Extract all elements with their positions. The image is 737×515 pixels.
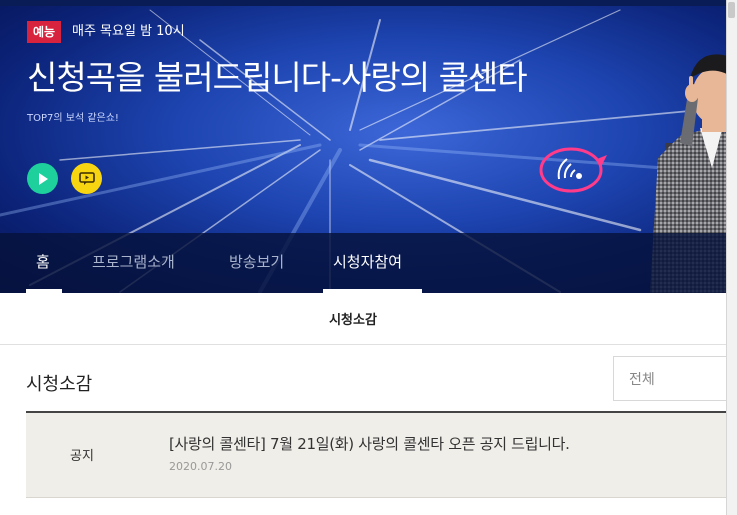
talk-button[interactable] (71, 163, 102, 194)
page-frame: 예능 매주 목요일 밤 10시 신청곡을 불러드립니다-사랑의 콜센타 TOP7… (0, 0, 737, 515)
program-title: 신청곡을 불러드립니다-사랑의 콜센타 (27, 58, 528, 97)
play-icon (38, 172, 48, 185)
nav-item-program-intro[interactable]: 프로그램소개 (92, 252, 175, 272)
notice-row[interactable]: 공지 [사랑의 콜센타] 7월 21일(화) 사랑의 콜센타 오픈 공지 드립니… (26, 413, 726, 498)
scrollbar-thumb[interactable] (728, 2, 735, 18)
chat-icon (78, 171, 95, 185)
program-subtitle: TOP7의 보석 같은쇼! (27, 113, 119, 124)
section-title: 시청소감 (26, 374, 93, 395)
program-nav: 홈 프로그램소개 방송보기 시청자참여 (0, 233, 726, 293)
broadcast-schedule: 매주 목요일 밤 10시 (72, 24, 185, 39)
notice-title-link[interactable]: [사랑의 콜센타] 7월 21일(화) 사랑의 콜센타 오픈 공지 드립니다. (169, 433, 570, 454)
filter-select[interactable]: 전체 (613, 356, 726, 401)
play-button[interactable] (27, 163, 58, 194)
program-hero-banner: 예능 매주 목요일 밤 10시 신청곡을 불러드립니다-사랑의 콜센타 TOP7… (0, 0, 737, 293)
genre-badge: 예능 (27, 21, 62, 43)
sub-header: 시청소감 (0, 293, 726, 345)
notice-date: 2020.07.20 (169, 460, 232, 473)
nav-item-watch[interactable]: 방송보기 (229, 252, 284, 272)
nav-item-viewer-participation[interactable]: 시청자참여 (333, 252, 402, 272)
phone-wave-logo-icon (539, 147, 607, 193)
sub-header-title: 시청소감 (329, 313, 377, 328)
nav-item-home[interactable]: 홈 (36, 252, 50, 272)
notice-label: 공지 (70, 449, 94, 464)
scrollbar-track[interactable] (726, 0, 737, 515)
